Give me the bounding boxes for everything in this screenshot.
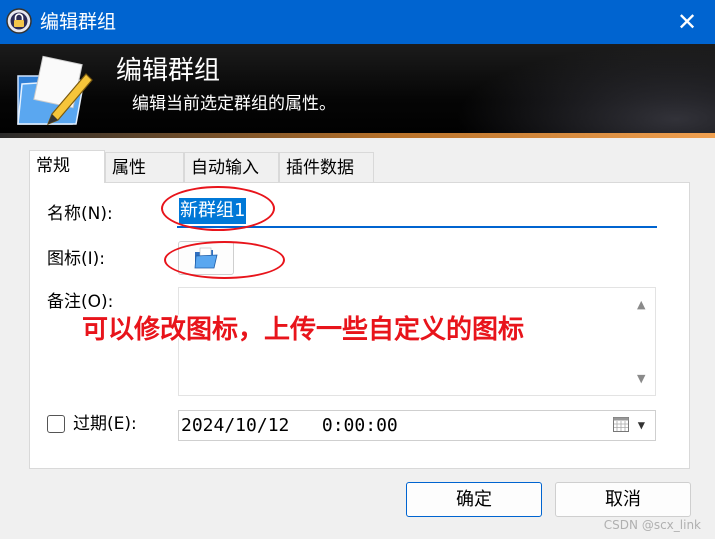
notes-label: 备注(O): — [47, 292, 114, 312]
icon-label: 图标(I): — [47, 249, 106, 269]
tab-properties[interactable]: 属性 — [105, 152, 184, 182]
cancel-button[interactable]: 取消 — [555, 482, 691, 517]
expires-datetime-picker[interactable]: 2024/10/12 0:00:00 ▼ — [178, 410, 656, 441]
expires-value: 2024/10/12 0:00:00 — [181, 415, 398, 436]
chevron-down-icon[interactable]: ▼ — [638, 411, 645, 440]
title-bar: 编辑群组 ✕ — [0, 0, 715, 44]
dialog-banner: 编辑群组 编辑当前选定群组的属性。 — [0, 44, 715, 138]
close-icon[interactable]: ✕ — [673, 8, 701, 36]
expires-checkbox[interactable] — [47, 415, 65, 433]
name-label: 名称(N): — [47, 204, 113, 224]
scroll-down-icon[interactable]: ▼ — [637, 372, 645, 385]
ok-button[interactable]: 确定 — [406, 482, 542, 517]
annotation-ellipse-icon — [164, 241, 285, 279]
annotation-text: 可以修改图标，上传一些自定义的图标 — [82, 315, 525, 345]
notes-scrollbar[interactable]: ▲ ▼ — [629, 288, 655, 395]
banner-title: 编辑群组 — [116, 56, 221, 86]
keepass-lock-icon — [6, 8, 32, 34]
calendar-icon[interactable] — [613, 416, 629, 432]
banner-accent-stripe — [0, 133, 715, 138]
expires-label: 过期(E): — [73, 414, 137, 434]
scroll-up-icon[interactable]: ▲ — [637, 298, 645, 311]
window-title: 编辑群组 — [40, 11, 117, 33]
tab-general[interactable]: 常规 — [29, 150, 105, 183]
watermark: CSDN @scx_link — [603, 518, 701, 532]
tab-auto-type[interactable]: 自动输入 — [184, 152, 279, 182]
annotation-ellipse-name — [161, 186, 275, 231]
banner-subtitle: 编辑当前选定群组的属性。 — [132, 94, 336, 114]
folder-edit-icon — [17, 55, 93, 126]
tab-plugin-data[interactable]: 插件数据 — [279, 152, 374, 182]
